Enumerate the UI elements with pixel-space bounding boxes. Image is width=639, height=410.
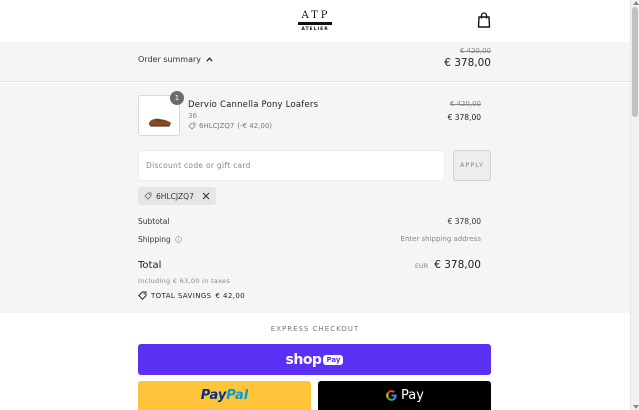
subtotal-label: Subtotal [138, 217, 170, 226]
paypal-logo: PayPal [201, 388, 248, 403]
total-savings: TOTAL SAVINGS € 42,00 [138, 291, 245, 300]
express-checkout-label: EXPRESS CHECKOUT [270, 325, 360, 333]
summary-price: € 420,00 € 378,00 [444, 47, 491, 69]
paypal-logo-part2: Pal [226, 388, 249, 403]
logo-wordmark: ATP [301, 10, 331, 21]
scroll-up-arrow-icon[interactable] [633, 1, 639, 5]
product-size: 36 [188, 112, 197, 120]
logo-subtitle: ATELIER [301, 27, 329, 32]
applied-discount-code: 6HLCJZQ7 [156, 191, 194, 201]
savings-tag-icon [138, 291, 147, 300]
shop-pay-wordmark: shop [285, 351, 322, 368]
summary-old-price: € 420,00 [459, 47, 491, 55]
summary-new-price: € 378,00 [444, 57, 491, 69]
tag-icon [144, 192, 152, 200]
tax-note: Including € 63,00 in taxes [138, 277, 231, 285]
close-icon[interactable] [202, 192, 210, 200]
shipping-label: Shipping [138, 235, 171, 244]
total-amount: € 378,00 [434, 259, 481, 271]
order-summary-bar: Order summary € 420,00 € 378,00 [0, 42, 630, 82]
total-label: Total [138, 260, 162, 271]
shopping-bag-icon[interactable] [477, 12, 491, 28]
atp-atelier-logo[interactable]: ATP ATELIER [298, 10, 332, 33]
chevron-up-icon [206, 57, 213, 62]
info-icon[interactable] [175, 236, 182, 243]
logo-bar [298, 22, 332, 25]
total-value-group: EUR € 378,00 [415, 259, 481, 271]
order-summary-toggle[interactable]: Order summary [138, 55, 213, 64]
shipping-label-row: Shipping [138, 235, 182, 244]
product-old-price: € 420,00 [449, 100, 481, 108]
savings-label: TOTAL SAVINGS [151, 291, 212, 300]
scrollbar-thumb[interactable] [632, 7, 638, 117]
vertical-scrollbar[interactable] [630, 0, 639, 410]
product-price: € 420,00 € 378,00 [448, 100, 481, 122]
order-summary-label: Order summary [138, 55, 202, 64]
paypal-logo-part1: Pay [200, 388, 227, 403]
scroll-down-arrow-icon[interactable] [633, 405, 639, 409]
discount-code-input[interactable]: Discount code or gift card [138, 150, 445, 181]
google-pay-text: Pay [401, 388, 424, 403]
subtotal-value: € 378,00 [447, 217, 481, 226]
product-discount-amount: (-€ 42,00) [237, 122, 273, 130]
shipping-value: Enter shipping address [400, 235, 481, 243]
product-name: Dervio Cannella Pony Loafers [188, 100, 319, 110]
product-discount: 6HLCJZQ7 (-€ 42,00) [188, 122, 272, 130]
loafer-image [148, 118, 171, 127]
google-pay-button[interactable]: Pay [318, 381, 491, 410]
shop-pay-pill: Pay [323, 354, 344, 365]
quantity-badge: 1 [170, 91, 184, 105]
apply-button[interactable]: APPLY [453, 150, 491, 181]
paypal-button[interactable]: PayPal [138, 381, 311, 410]
product-discount-code: 6HLCJZQ7 [199, 122, 235, 130]
header: ATP ATELIER [0, 0, 630, 42]
order-summary-panel: 1 Dervio Cannella Pony Loafers 36 6HLCJZ… [0, 83, 630, 313]
savings-value: € 42,00 [215, 291, 246, 300]
applied-discount-chip: 6HLCJZQ7 [138, 187, 216, 205]
currency-code: EUR [414, 262, 429, 270]
google-g-icon [386, 390, 397, 401]
product-new-price: € 378,00 [447, 113, 481, 122]
shop-pay-button[interactable]: shop Pay [138, 344, 491, 375]
tag-icon [188, 122, 196, 130]
